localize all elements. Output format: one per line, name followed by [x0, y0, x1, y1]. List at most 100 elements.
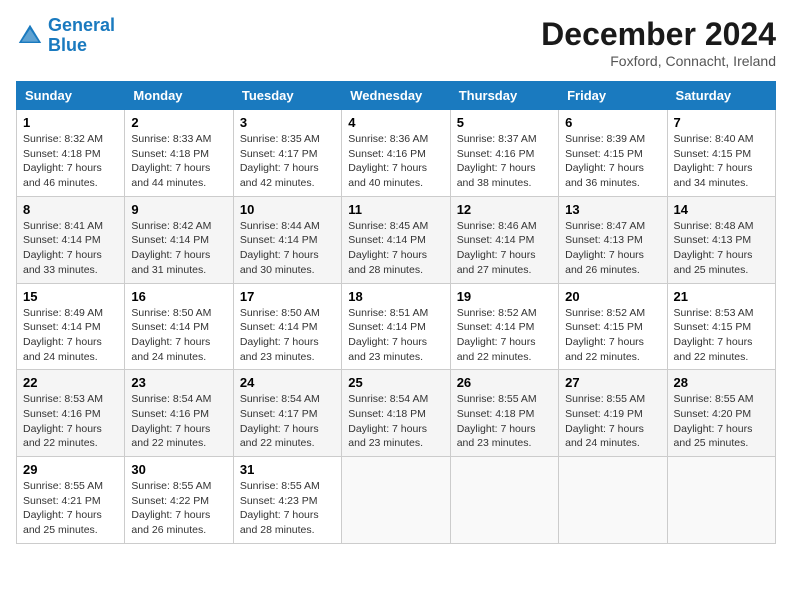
day-info: Sunrise: 8:37 AM Sunset: 4:16 PM Dayligh…	[457, 132, 552, 191]
day-info: Sunrise: 8:55 AM Sunset: 4:22 PM Dayligh…	[131, 479, 226, 538]
calendar-day-cell: 5 Sunrise: 8:37 AM Sunset: 4:16 PM Dayli…	[450, 110, 558, 197]
calendar-day-cell: 6 Sunrise: 8:39 AM Sunset: 4:15 PM Dayli…	[559, 110, 667, 197]
logo-text: General Blue	[48, 16, 115, 56]
calendar-header-cell: Sunday	[17, 82, 125, 110]
day-info: Sunrise: 8:32 AM Sunset: 4:18 PM Dayligh…	[23, 132, 118, 191]
day-number: 23	[131, 375, 226, 390]
day-info: Sunrise: 8:55 AM Sunset: 4:21 PM Dayligh…	[23, 479, 118, 538]
calendar-day-cell: 17 Sunrise: 8:50 AM Sunset: 4:14 PM Dayl…	[233, 283, 341, 370]
day-info: Sunrise: 8:50 AM Sunset: 4:14 PM Dayligh…	[131, 306, 226, 365]
day-number: 20	[565, 289, 660, 304]
day-info: Sunrise: 8:39 AM Sunset: 4:15 PM Dayligh…	[565, 132, 660, 191]
logo: General Blue	[16, 16, 115, 56]
calendar-day-cell: 12 Sunrise: 8:46 AM Sunset: 4:14 PM Dayl…	[450, 196, 558, 283]
day-number: 1	[23, 115, 118, 130]
calendar-day-cell: 23 Sunrise: 8:54 AM Sunset: 4:16 PM Dayl…	[125, 370, 233, 457]
day-number: 24	[240, 375, 335, 390]
calendar-day-cell: 10 Sunrise: 8:44 AM Sunset: 4:14 PM Dayl…	[233, 196, 341, 283]
calendar-week-row: 1 Sunrise: 8:32 AM Sunset: 4:18 PM Dayli…	[17, 110, 776, 197]
calendar-day-cell: 15 Sunrise: 8:49 AM Sunset: 4:14 PM Dayl…	[17, 283, 125, 370]
calendar-day-cell: 11 Sunrise: 8:45 AM Sunset: 4:14 PM Dayl…	[342, 196, 450, 283]
calendar-day-cell: 18 Sunrise: 8:51 AM Sunset: 4:14 PM Dayl…	[342, 283, 450, 370]
calendar-day-cell	[559, 457, 667, 544]
calendar-header-cell: Tuesday	[233, 82, 341, 110]
calendar-day-cell: 27 Sunrise: 8:55 AM Sunset: 4:19 PM Dayl…	[559, 370, 667, 457]
calendar-header-cell: Friday	[559, 82, 667, 110]
day-info: Sunrise: 8:54 AM Sunset: 4:16 PM Dayligh…	[131, 392, 226, 451]
calendar-day-cell: 1 Sunrise: 8:32 AM Sunset: 4:18 PM Dayli…	[17, 110, 125, 197]
day-number: 8	[23, 202, 118, 217]
day-info: Sunrise: 8:55 AM Sunset: 4:19 PM Dayligh…	[565, 392, 660, 451]
title-area: December 2024 Foxford, Connacht, Ireland	[541, 16, 776, 69]
day-number: 17	[240, 289, 335, 304]
day-info: Sunrise: 8:47 AM Sunset: 4:13 PM Dayligh…	[565, 219, 660, 278]
day-number: 21	[674, 289, 769, 304]
header: General Blue December 2024 Foxford, Conn…	[16, 16, 776, 69]
calendar-day-cell	[667, 457, 775, 544]
day-number: 9	[131, 202, 226, 217]
day-info: Sunrise: 8:41 AM Sunset: 4:14 PM Dayligh…	[23, 219, 118, 278]
calendar-day-cell: 25 Sunrise: 8:54 AM Sunset: 4:18 PM Dayl…	[342, 370, 450, 457]
day-number: 27	[565, 375, 660, 390]
day-number: 13	[565, 202, 660, 217]
calendar-day-cell: 3 Sunrise: 8:35 AM Sunset: 4:17 PM Dayli…	[233, 110, 341, 197]
day-info: Sunrise: 8:45 AM Sunset: 4:14 PM Dayligh…	[348, 219, 443, 278]
day-number: 25	[348, 375, 443, 390]
day-number: 2	[131, 115, 226, 130]
day-info: Sunrise: 8:42 AM Sunset: 4:14 PM Dayligh…	[131, 219, 226, 278]
calendar-header-cell: Thursday	[450, 82, 558, 110]
day-info: Sunrise: 8:55 AM Sunset: 4:20 PM Dayligh…	[674, 392, 769, 451]
calendar-day-cell: 14 Sunrise: 8:48 AM Sunset: 4:13 PM Dayl…	[667, 196, 775, 283]
calendar-day-cell: 22 Sunrise: 8:53 AM Sunset: 4:16 PM Dayl…	[17, 370, 125, 457]
calendar-day-cell: 19 Sunrise: 8:52 AM Sunset: 4:14 PM Dayl…	[450, 283, 558, 370]
calendar-day-cell: 28 Sunrise: 8:55 AM Sunset: 4:20 PM Dayl…	[667, 370, 775, 457]
calendar-header-row: SundayMondayTuesdayWednesdayThursdayFrid…	[17, 82, 776, 110]
calendar-day-cell: 31 Sunrise: 8:55 AM Sunset: 4:23 PM Dayl…	[233, 457, 341, 544]
day-number: 30	[131, 462, 226, 477]
calendar-header-cell: Saturday	[667, 82, 775, 110]
day-number: 28	[674, 375, 769, 390]
calendar-day-cell: 4 Sunrise: 8:36 AM Sunset: 4:16 PM Dayli…	[342, 110, 450, 197]
day-number: 26	[457, 375, 552, 390]
day-number: 4	[348, 115, 443, 130]
calendar-week-row: 29 Sunrise: 8:55 AM Sunset: 4:21 PM Dayl…	[17, 457, 776, 544]
calendar-day-cell: 30 Sunrise: 8:55 AM Sunset: 4:22 PM Dayl…	[125, 457, 233, 544]
day-number: 6	[565, 115, 660, 130]
day-info: Sunrise: 8:44 AM Sunset: 4:14 PM Dayligh…	[240, 219, 335, 278]
logo-icon	[16, 22, 44, 50]
day-info: Sunrise: 8:53 AM Sunset: 4:15 PM Dayligh…	[674, 306, 769, 365]
calendar-title: December 2024	[541, 16, 776, 53]
calendar-body: 1 Sunrise: 8:32 AM Sunset: 4:18 PM Dayli…	[17, 110, 776, 544]
calendar-day-cell: 2 Sunrise: 8:33 AM Sunset: 4:18 PM Dayli…	[125, 110, 233, 197]
day-number: 11	[348, 202, 443, 217]
calendar-day-cell: 13 Sunrise: 8:47 AM Sunset: 4:13 PM Dayl…	[559, 196, 667, 283]
day-info: Sunrise: 8:52 AM Sunset: 4:15 PM Dayligh…	[565, 306, 660, 365]
calendar-day-cell: 26 Sunrise: 8:55 AM Sunset: 4:18 PM Dayl…	[450, 370, 558, 457]
day-info: Sunrise: 8:54 AM Sunset: 4:17 PM Dayligh…	[240, 392, 335, 451]
day-number: 18	[348, 289, 443, 304]
day-info: Sunrise: 8:52 AM Sunset: 4:14 PM Dayligh…	[457, 306, 552, 365]
day-number: 14	[674, 202, 769, 217]
calendar-day-cell: 8 Sunrise: 8:41 AM Sunset: 4:14 PM Dayli…	[17, 196, 125, 283]
calendar-day-cell	[450, 457, 558, 544]
day-number: 12	[457, 202, 552, 217]
day-info: Sunrise: 8:33 AM Sunset: 4:18 PM Dayligh…	[131, 132, 226, 191]
calendar-week-row: 8 Sunrise: 8:41 AM Sunset: 4:14 PM Dayli…	[17, 196, 776, 283]
calendar-day-cell: 7 Sunrise: 8:40 AM Sunset: 4:15 PM Dayli…	[667, 110, 775, 197]
calendar-day-cell: 29 Sunrise: 8:55 AM Sunset: 4:21 PM Dayl…	[17, 457, 125, 544]
day-number: 15	[23, 289, 118, 304]
day-number: 5	[457, 115, 552, 130]
calendar-week-row: 22 Sunrise: 8:53 AM Sunset: 4:16 PM Dayl…	[17, 370, 776, 457]
calendar-subtitle: Foxford, Connacht, Ireland	[541, 53, 776, 69]
day-info: Sunrise: 8:53 AM Sunset: 4:16 PM Dayligh…	[23, 392, 118, 451]
day-info: Sunrise: 8:55 AM Sunset: 4:23 PM Dayligh…	[240, 479, 335, 538]
calendar-day-cell: 24 Sunrise: 8:54 AM Sunset: 4:17 PM Dayl…	[233, 370, 341, 457]
calendar-day-cell: 9 Sunrise: 8:42 AM Sunset: 4:14 PM Dayli…	[125, 196, 233, 283]
day-info: Sunrise: 8:40 AM Sunset: 4:15 PM Dayligh…	[674, 132, 769, 191]
calendar-week-row: 15 Sunrise: 8:49 AM Sunset: 4:14 PM Dayl…	[17, 283, 776, 370]
calendar-day-cell: 21 Sunrise: 8:53 AM Sunset: 4:15 PM Dayl…	[667, 283, 775, 370]
day-number: 3	[240, 115, 335, 130]
day-info: Sunrise: 8:51 AM Sunset: 4:14 PM Dayligh…	[348, 306, 443, 365]
day-number: 10	[240, 202, 335, 217]
calendar-day-cell: 16 Sunrise: 8:50 AM Sunset: 4:14 PM Dayl…	[125, 283, 233, 370]
